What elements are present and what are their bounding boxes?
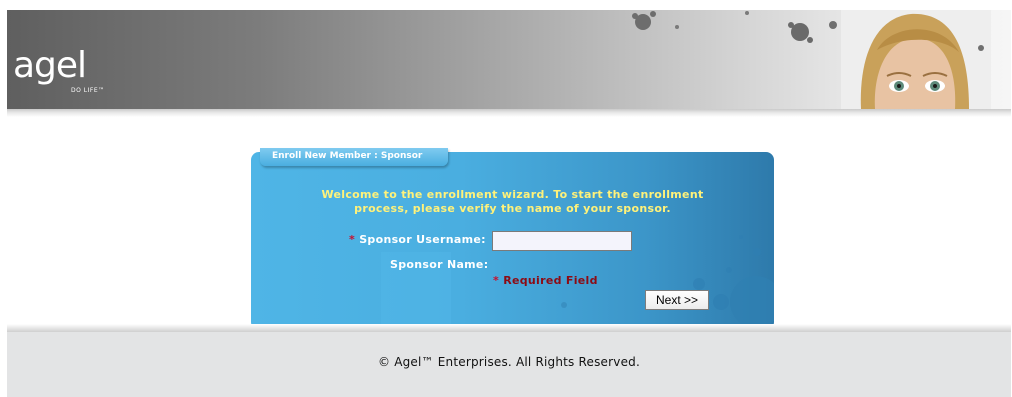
- sponsor-name-label: Sponsor Name:: [390, 258, 489, 271]
- next-button[interactable]: Next >>: [645, 290, 709, 310]
- welcome-line-2: process, please verify the name of your …: [354, 202, 671, 215]
- required-star: *: [349, 233, 356, 246]
- sponsor-username-input[interactable]: [492, 231, 632, 251]
- required-note-star: *: [493, 274, 500, 287]
- header-divider: [7, 109, 1011, 117]
- copyright-text: © Agel™ Enterprises. All Rights Reserved…: [377, 355, 640, 369]
- agel-logo: agel: [13, 45, 87, 86]
- welcome-line-1: Welcome to the enrollment wizard. To sta…: [321, 188, 704, 201]
- required-note-text: Required Field: [503, 274, 598, 287]
- header-banner: agel DO LIFE™: [7, 10, 1011, 109]
- required-field-note: * Required Field: [493, 274, 598, 287]
- welcome-message: Welcome to the enrollment wizard. To sta…: [251, 188, 774, 216]
- sponsor-username-label: * Sponsor Username:: [349, 233, 486, 246]
- sponsor-username-label-text: Sponsor Username:: [359, 233, 486, 246]
- footer: © Agel™ Enterprises. All Rights Reserved…: [7, 332, 1011, 397]
- footer-divider: [7, 324, 1011, 332]
- tab-enroll-sponsor[interactable]: Enroll New Member : Sponsor: [260, 148, 448, 166]
- woman-photo: [841, 10, 991, 109]
- logo-tagline: DO LIFE™: [71, 87, 105, 94]
